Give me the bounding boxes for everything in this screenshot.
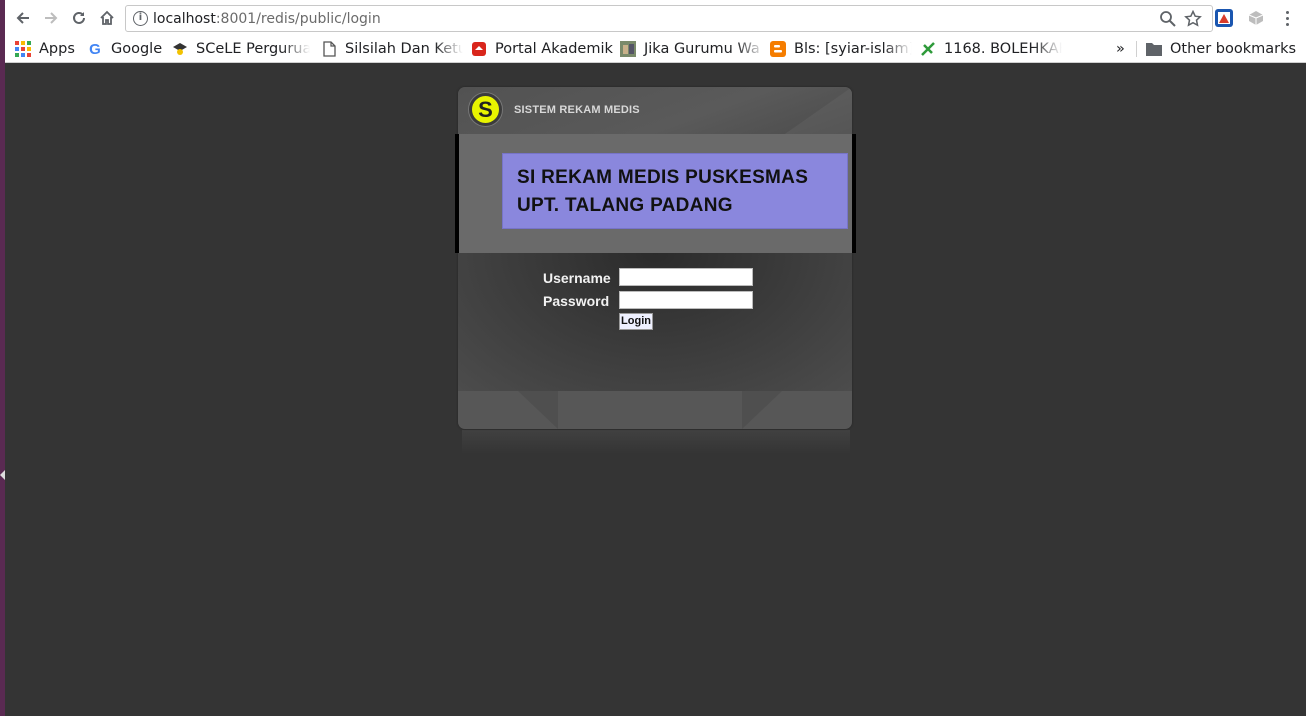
bookmark-label: Apps — [39, 41, 75, 57]
site-icon — [920, 41, 936, 57]
header-decoration — [782, 87, 852, 136]
bookmarks-overflow-chevron[interactable]: » — [1116, 39, 1130, 59]
bookmark-scele[interactable]: SCeLE Perguruan — [172, 39, 310, 59]
forward-icon[interactable] — [41, 8, 61, 28]
home-icon[interactable] — [97, 8, 117, 28]
launcher-arrow-icon — [0, 470, 5, 480]
address-bar[interactable]: i localhost:8001/redis/public/login — [125, 5, 1213, 32]
back-icon[interactable] — [13, 8, 33, 28]
bookmark-label: Jika Gurumu Wa — [644, 41, 760, 57]
bookmark-label: Bls: [syiar-islam] — [794, 41, 912, 57]
password-input[interactable] — [619, 291, 753, 309]
thumbnail-icon — [620, 41, 636, 57]
scele-icon — [172, 41, 188, 57]
bookmarks-divider — [1136, 41, 1137, 57]
page-icon — [321, 41, 337, 57]
footer-decoration-left — [518, 391, 558, 429]
site-info-icon[interactable]: i — [133, 11, 148, 26]
bookmark-bls-syiar[interactable]: Bls: [syiar-islam] — [770, 39, 912, 59]
apps-grid-icon — [15, 41, 31, 57]
username-input[interactable] — [619, 268, 753, 286]
bookmark-label: SCeLE Perguruan — [196, 41, 310, 57]
blogger-icon — [770, 41, 786, 57]
bookmark-label: Google — [111, 41, 163, 57]
browser-toolbar: i localhost:8001/redis/public/login — [5, 0, 1306, 36]
panel-footer — [458, 391, 852, 429]
bookmarks-bar: Apps G Google SCeLE Perguruan Silsilah D… — [5, 36, 1306, 62]
overflow-label: » — [1116, 41, 1125, 57]
banner-frame: SI REKAM MEDIS PUSKESMAS UPT. TALANG PAD… — [455, 134, 856, 253]
browser-chrome: i localhost:8001/redis/public/login Apps… — [5, 0, 1306, 63]
portal-icon — [471, 41, 487, 57]
bookmark-google[interactable]: G Google — [87, 39, 163, 59]
google-icon: G — [89, 40, 101, 58]
panel-header: S SISTEM REKAM MEDIS — [458, 87, 852, 136]
login-form: Username Password Login — [458, 253, 852, 391]
zoom-search-icon[interactable] — [1159, 10, 1177, 28]
url-text[interactable]: localhost:8001/redis/public/login — [153, 11, 381, 27]
bookmark-label: Portal Akademik — [495, 41, 613, 57]
bookmark-portal-akademik[interactable]: Portal Akademik — [471, 39, 615, 59]
bookmark-label: Silsilah Dan Ketu — [345, 41, 463, 57]
other-bookmarks-label: Other bookmarks — [1170, 41, 1296, 57]
extension-profile-icon[interactable] — [1215, 9, 1233, 27]
bookmark-1168-bolehkah[interactable]: 1168. BOLEHKAH — [920, 39, 1062, 59]
banner-title-line1: SI REKAM MEDIS PUSKESMAS — [517, 167, 809, 188]
url-path: :8001/redis/public/login — [215, 11, 381, 27]
bookmark-label: 1168. BOLEHKAH — [944, 41, 1062, 57]
extension-cube-icon[interactable] — [1247, 9, 1265, 27]
browser-menu-icon[interactable] — [1282, 9, 1292, 27]
desktop-strip — [0, 0, 5, 716]
bookmark-apps[interactable]: Apps — [15, 39, 77, 59]
bookmark-jika-gurumu[interactable]: Jika Gurumu Wa — [620, 39, 765, 59]
url-host: localhost — [153, 11, 216, 27]
password-label: Password — [543, 293, 610, 309]
bookmark-star-icon[interactable] — [1184, 9, 1202, 28]
logo-icon: S — [469, 93, 502, 126]
username-label: Username — [543, 270, 611, 286]
banner: SI REKAM MEDIS PUSKESMAS UPT. TALANG PAD… — [502, 153, 848, 229]
other-bookmarks[interactable]: Other bookmarks — [1146, 39, 1296, 59]
bookmark-silsilah[interactable]: Silsilah Dan Ketu — [321, 39, 463, 59]
folder-icon — [1146, 41, 1162, 57]
banner-title-line2: UPT. TALANG PADANG — [517, 195, 733, 216]
panel-reflection — [462, 430, 850, 454]
header-title: SISTEM REKAM MEDIS — [514, 104, 640, 116]
reload-icon[interactable] — [69, 8, 89, 28]
footer-decoration-right — [742, 391, 782, 429]
login-button[interactable]: Login — [619, 313, 653, 330]
